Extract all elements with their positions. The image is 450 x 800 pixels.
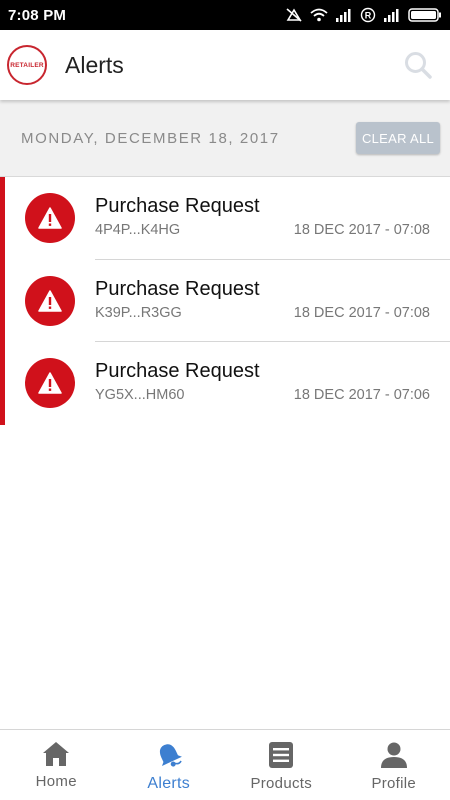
list-item[interactable]: Purchase Request K39P...R3GG 18 DEC 2017…	[5, 260, 450, 342]
alert-id: YG5X...HM60	[95, 387, 185, 403]
alert-body: Purchase Request 4P4P...K4HG 18 DEC 2017…	[95, 195, 430, 238]
alert-meta: 4P4P...K4HG 18 DEC 2017 - 07:08	[95, 222, 430, 238]
warning-icon	[38, 372, 62, 394]
clear-all-button[interactable]: CLEAR ALL	[356, 122, 440, 154]
alert-id: K39P...R3GG	[95, 304, 182, 321]
svg-text:R: R	[365, 11, 372, 21]
signal-icon	[336, 9, 351, 22]
roaming-icon: R	[360, 7, 376, 23]
retailer-logo[interactable]: RETAILER	[7, 45, 47, 85]
logo-text: RETAILER	[10, 61, 44, 69]
alert-timestamp: 18 DEC 2017 - 07:08	[293, 304, 430, 321]
nav-products-label: Products	[250, 775, 313, 792]
nav-profile[interactable]: Profile	[338, 730, 450, 800]
signal-icon	[384, 9, 399, 22]
alert-list: Purchase Request 4P4P...K4HG 18 DEC 2017…	[0, 177, 450, 425]
nav-products[interactable]: Products	[225, 730, 338, 800]
alert-id: 4P4P...K4HG	[95, 222, 181, 238]
status-time: 7:08 PM	[8, 6, 67, 24]
bell-icon	[159, 744, 182, 767]
alert-timestamp: 18 DEC 2017 - 07:06	[293, 387, 430, 403]
nav-profile-label: Profile	[371, 775, 417, 792]
do-not-disturb-icon	[286, 8, 302, 22]
search-icon	[405, 52, 432, 79]
alert-meta: YG5X...HM60 18 DEC 2017 - 07:06	[95, 387, 430, 403]
alert-title: Purchase Request	[95, 360, 260, 382]
alert-icon-badge	[25, 193, 75, 243]
alert-title: Purchase Request	[95, 195, 260, 217]
list-icon	[269, 742, 294, 768]
search-button[interactable]	[398, 45, 438, 85]
alert-body: Purchase Request K39P...R3GG 18 DEC 2017…	[95, 278, 430, 321]
page-title: Alerts	[65, 51, 124, 78]
alert-title: Purchase Request	[95, 277, 260, 300]
nav-alerts[interactable]: Alerts	[113, 730, 226, 800]
status-bar: 7:08 PM R	[0, 0, 450, 30]
person-icon	[380, 742, 407, 768]
list-item[interactable]: Purchase Request 4P4P...K4HG 18 DEC 2017…	[5, 177, 450, 260]
warning-icon	[38, 289, 62, 312]
warning-icon	[38, 207, 62, 229]
nav-alerts-label: Alerts	[147, 775, 191, 792]
date-header: MONDAY, DECEMBER 18, 2017 CLEAR ALL	[0, 100, 450, 177]
alert-body: Purchase Request YG5X...HM60 18 DEC 2017…	[95, 360, 430, 403]
alerts-screen: 7:08 PM R RETAILER Alerts MONDAY, DECEMB…	[0, 0, 450, 800]
app-bar: RETAILER Alerts	[0, 30, 450, 100]
date-label: MONDAY, DECEMBER 18, 2017	[21, 129, 280, 147]
home-icon	[43, 742, 70, 766]
alert-meta: K39P...R3GG 18 DEC 2017 - 07:08	[95, 305, 430, 321]
alert-icon-badge	[25, 275, 75, 326]
alert-icon-badge	[25, 358, 75, 408]
wifi-icon	[310, 8, 328, 22]
battery-icon	[408, 8, 441, 22]
bottom-nav: Home Alerts Products Profile	[0, 729, 450, 800]
list-item[interactable]: Purchase Request YG5X...HM60 18 DEC 2017…	[5, 342, 450, 425]
nav-home[interactable]: Home	[0, 730, 113, 800]
nav-home-label: Home	[35, 773, 77, 790]
status-icons: R	[285, 7, 442, 23]
alert-timestamp: 18 DEC 2017 - 07:08	[293, 222, 430, 238]
